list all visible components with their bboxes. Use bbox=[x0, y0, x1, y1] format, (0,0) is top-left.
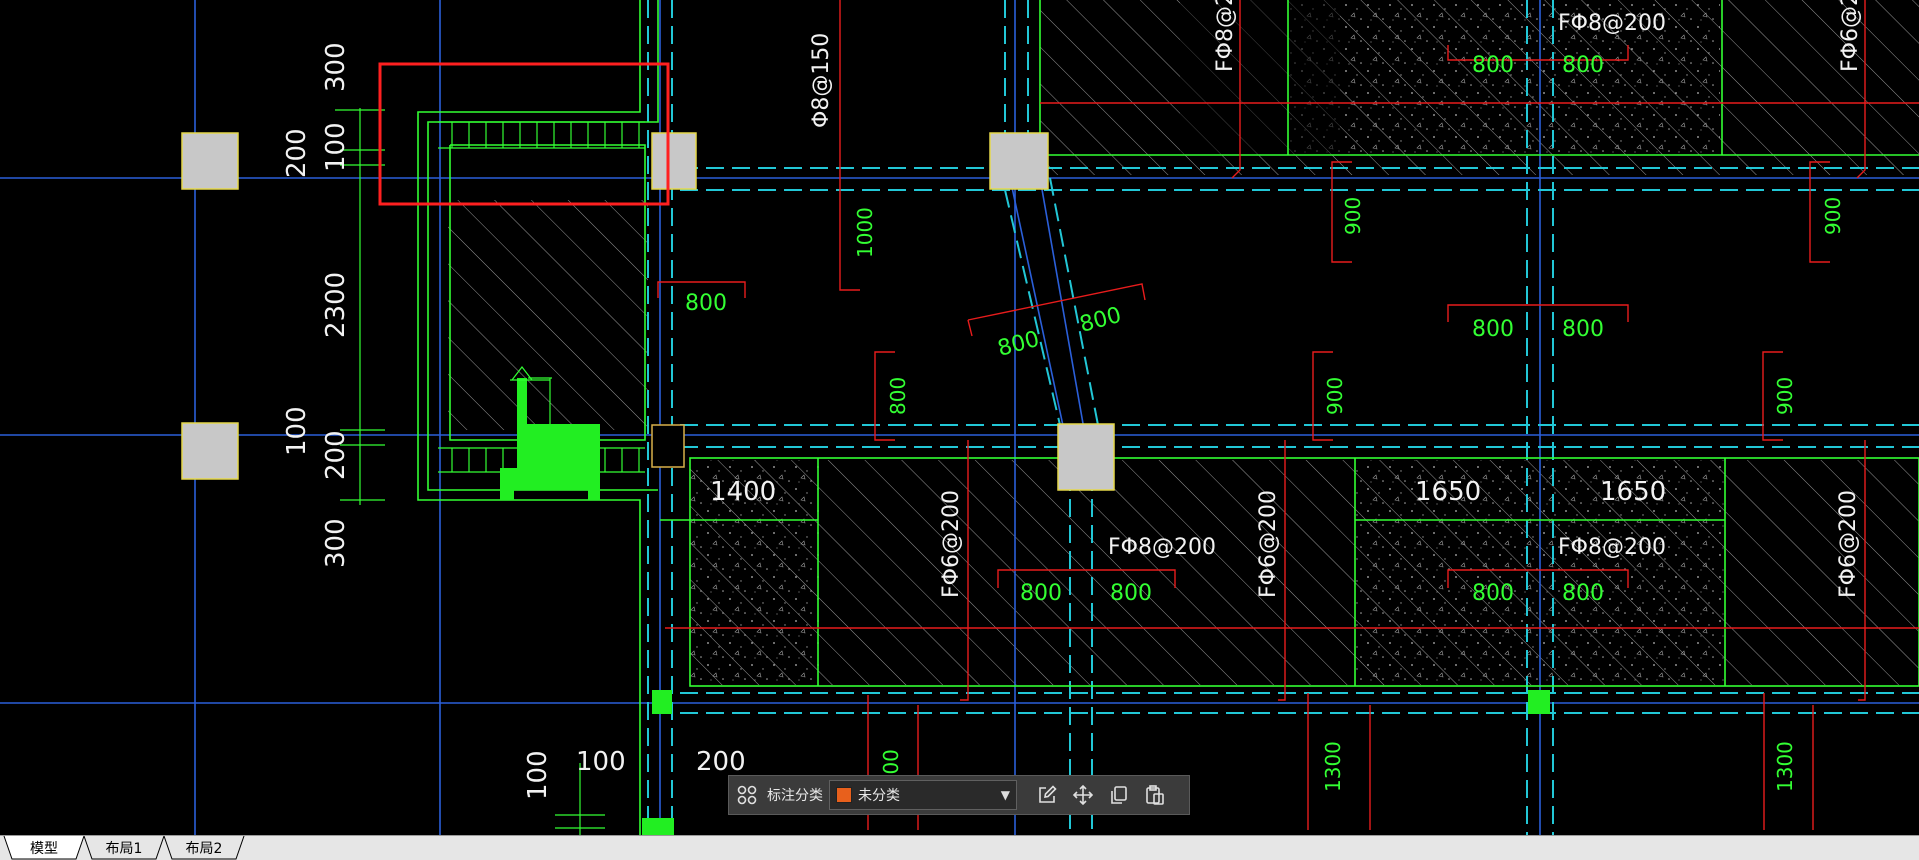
cad-drawing-canvas[interactable]: 300 200 100 2300 100 200 300 Φ8@150 FΦ8@… bbox=[0, 0, 1919, 835]
rebar-fphi6-200-c: FΦ6@200 bbox=[1836, 490, 1861, 598]
tab-layout1-label: 布局1 bbox=[105, 841, 143, 857]
rebar-fphi8-200-mid: FΦ8@200 bbox=[1108, 535, 1216, 560]
dim-900-d: 900 bbox=[1773, 377, 1797, 415]
category-dropdown[interactable]: 未分类 ▼ bbox=[829, 780, 1017, 810]
bottom-dim-200: 200 bbox=[696, 747, 746, 777]
panel-width-1650-a: 1650 bbox=[1415, 477, 1481, 507]
dim-800-low-a: 800 bbox=[1020, 581, 1062, 606]
tab-layout2-label: 布局2 bbox=[185, 841, 223, 857]
rebar-fphi6-200-a: FΦ6@200 bbox=[939, 490, 964, 598]
move-icon[interactable] bbox=[1065, 777, 1101, 813]
panel-width-1650-b: 1650 bbox=[1600, 477, 1666, 507]
tab-layout1[interactable]: 布局1 bbox=[82, 836, 166, 860]
dim-800-top-b: 800 bbox=[1562, 53, 1604, 78]
copy-icon[interactable] bbox=[1101, 777, 1137, 813]
paste-icon[interactable] bbox=[1137, 777, 1173, 813]
edit-icon[interactable] bbox=[1029, 777, 1065, 813]
tab-model-label: 模型 bbox=[30, 841, 58, 857]
dim-1000: 1000 bbox=[853, 207, 877, 258]
dim-800-diag-a: 800 bbox=[995, 327, 1042, 362]
dim-800-diag-b: 800 bbox=[1077, 303, 1124, 338]
dim-900-b: 900 bbox=[1821, 197, 1845, 235]
rebar-fphi8-200-right: FΦ8@200 bbox=[1558, 535, 1666, 560]
panel-width-1400: 1400 bbox=[710, 477, 776, 507]
dim-800-top-a: 800 bbox=[1472, 53, 1514, 78]
dim-800-v: 800 bbox=[886, 377, 910, 415]
dim-left-300-bottom: 300 bbox=[321, 518, 351, 568]
dim-900-a: 900 bbox=[1341, 197, 1365, 235]
dim-left-300-top: 300 bbox=[321, 42, 351, 92]
dim-800-mid-b: 800 bbox=[1562, 317, 1604, 342]
dim-1300-a: 1300 bbox=[1321, 741, 1345, 792]
dim-900-c: 900 bbox=[1323, 377, 1347, 415]
selection-highlight-box[interactable] bbox=[378, 62, 670, 206]
dim-left-2300: 2300 bbox=[321, 272, 351, 338]
tab-model[interactable]: 模型 bbox=[2, 836, 86, 860]
chevron-down-icon: ▼ bbox=[1000, 788, 1010, 802]
layout-icon[interactable] bbox=[729, 777, 765, 813]
category-value: 未分类 bbox=[858, 788, 900, 804]
dim-800-low-b: 800 bbox=[1110, 581, 1152, 606]
dim-left-200-b: 200 bbox=[321, 430, 351, 480]
dim-left-200: 200 bbox=[282, 128, 312, 178]
left-dimension-texts: 300 200 100 2300 100 200 300 bbox=[282, 42, 351, 568]
dim-800-mid-a: 800 bbox=[1472, 317, 1514, 342]
layout-tab-bar: 模型 布局1 布局2 bbox=[0, 835, 1919, 860]
rebar-fphi6-200-b: FΦ6@200 bbox=[1256, 490, 1281, 598]
tab-layout2[interactable]: 布局2 bbox=[162, 836, 246, 860]
dim-800-low-d: 800 bbox=[1562, 581, 1604, 606]
bottom-dim-100: 100 bbox=[576, 747, 626, 777]
annotation-category-toolbar: 标注分类 未分类 ▼ bbox=[728, 775, 1190, 815]
rebar-fphi8-top-partial: FΦ8@2 bbox=[1213, 0, 1238, 72]
rebar-phi8-150: Φ8@150 bbox=[809, 33, 834, 128]
bottom-dim-100-vertical: 100 bbox=[523, 750, 553, 800]
dim-800-low-c: 800 bbox=[1472, 581, 1514, 606]
dim-800-h: 800 bbox=[685, 291, 727, 316]
rebar-fphi6-top-right: FΦ6@2 bbox=[1838, 0, 1863, 72]
dim-left-100: 100 bbox=[321, 122, 351, 172]
rebar-fphi8-200-top: FΦ8@200 bbox=[1558, 11, 1666, 36]
category-color-swatch bbox=[836, 787, 852, 803]
dim-left-100-b: 100 bbox=[282, 406, 312, 456]
annotation-category-label: 标注分类 bbox=[767, 788, 823, 804]
dim-1300-b: 1300 bbox=[1773, 741, 1797, 792]
